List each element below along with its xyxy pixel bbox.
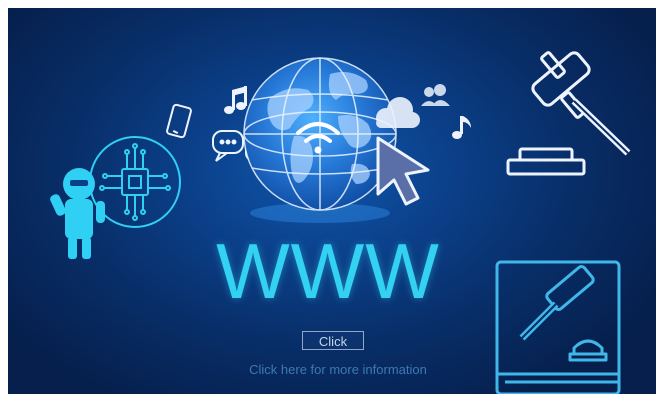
more-info-caption: Click here for more information — [249, 362, 427, 377]
robot-icon — [50, 168, 105, 259]
smartphone-icon — [166, 103, 192, 139]
illustration-frame: WWW Click Click here for more informatio… — [0, 0, 661, 399]
globe-icon — [243, 57, 397, 211]
law-book-icon — [495, 260, 621, 394]
gavel-icon — [506, 51, 631, 176]
music-note-icon — [224, 86, 247, 114]
banner-scene: WWW Click Click here for more informatio… — [8, 8, 656, 394]
users-icon — [421, 84, 450, 106]
click-button[interactable]: Click — [302, 331, 364, 350]
www-headline: WWW — [216, 227, 440, 315]
music-note-icon-right — [452, 116, 471, 139]
chip-icon — [89, 136, 181, 228]
cursor-arrow-icon — [376, 136, 430, 206]
